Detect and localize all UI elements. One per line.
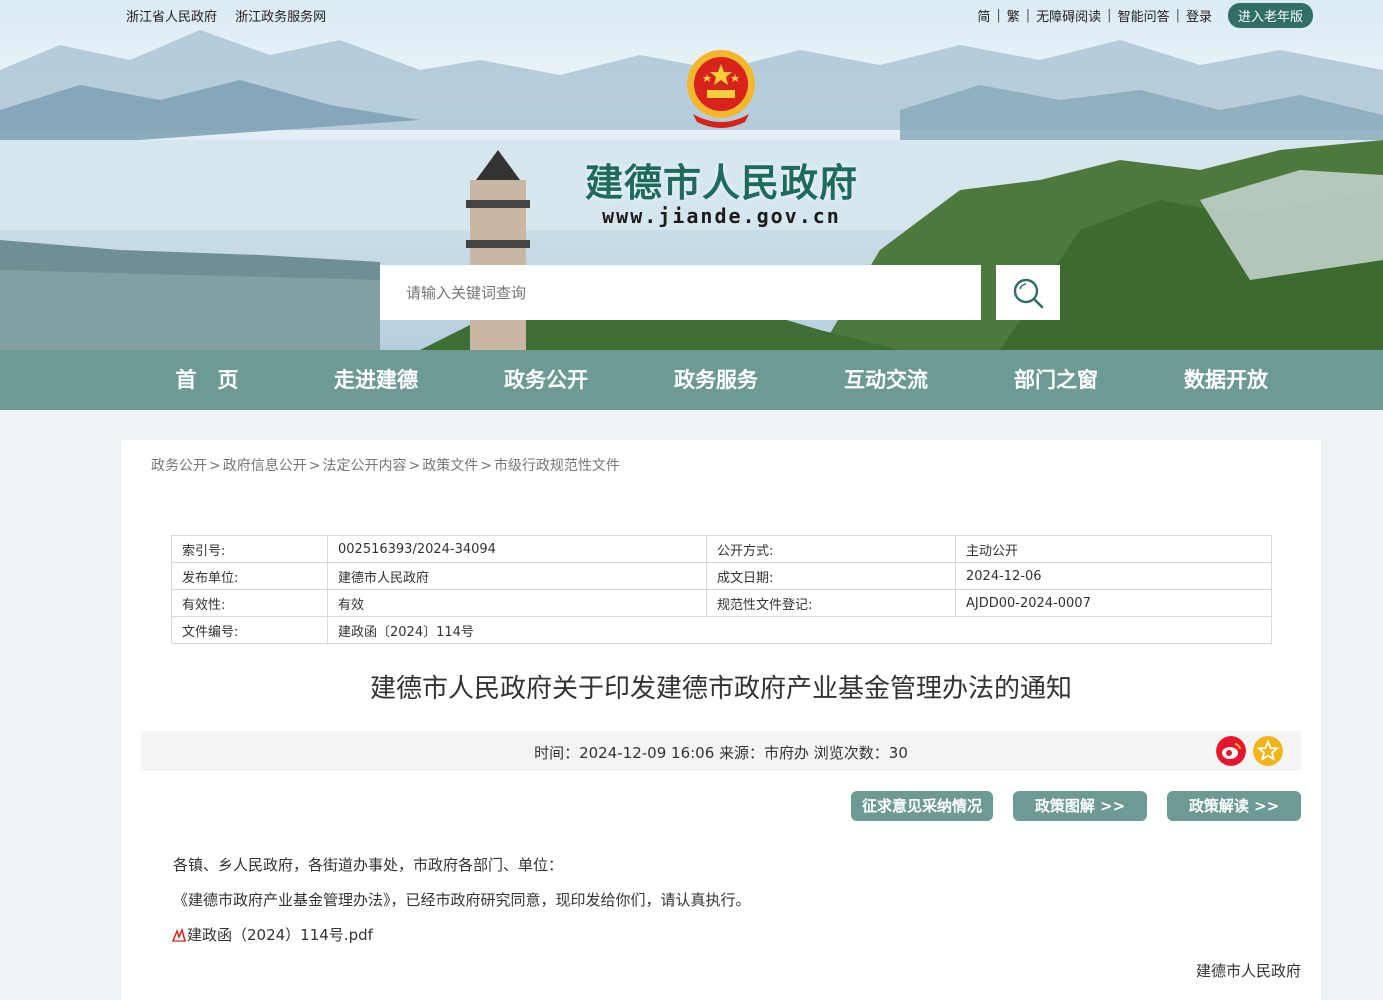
divider: | [996, 8, 1001, 23]
elder-mode-button[interactable]: 进入老年版 [1227, 3, 1313, 28]
table-row: 发布单位: 建德市人民政府 成文日期: 2024-12-06 [171, 562, 1272, 590]
meta-label: 索引号: [171, 535, 328, 563]
national-emblem-icon [687, 50, 755, 128]
favorite-star-icon[interactable] [1253, 736, 1283, 766]
divider: | [1025, 8, 1031, 23]
breadcrumb-item[interactable]: 市级行政规范性文件 [494, 458, 620, 474]
meta-label: 发布单位: [171, 562, 328, 590]
link-login[interactable]: 登录 [1186, 6, 1212, 25]
attachment-link[interactable]: 建政函（2024）114号.pdf [171, 924, 373, 945]
nav-interaction[interactable]: 互动交流 [821, 350, 951, 410]
article-salutation: 各镇、乡人民政府，各街道办事处，市政府各部门、单位： [173, 856, 564, 874]
breadcrumb-item[interactable]: 政务公开 [151, 458, 207, 474]
meta-value: 002516393/2024-34094 [327, 535, 707, 563]
meta-label: 成文日期: [706, 562, 956, 590]
meta-value: AJDD00-2024-0007 [955, 589, 1272, 617]
link-simplified[interactable]: 简 [977, 6, 990, 25]
attachment-label: 建政函（2024）114号.pdf [187, 926, 373, 944]
nav-about-jiande[interactable]: 走进建德 [311, 350, 441, 410]
article-signature: 建德市人民政府 [1195, 962, 1301, 980]
site-title: 建德市人民政府 [584, 161, 858, 205]
feedback-adoption-button[interactable]: 征求意见采纳情况 [851, 791, 993, 821]
breadcrumb-item[interactable]: 政策文件 [422, 458, 478, 474]
nav-home[interactable]: 首 页 [142, 350, 272, 410]
meta-value: 建政函〔2024〕114号 [327, 616, 1272, 644]
link-zhejiang-service[interactable]: 浙江政务服务网 [235, 10, 326, 25]
link-zhejiang-gov[interactable]: 浙江省人民政府 [126, 10, 217, 25]
table-row: 有效性: 有效 规范性文件登记: AJDD00-2024-0007 [171, 589, 1272, 617]
breadcrumb-item[interactable]: 法定公开内容 [322, 458, 406, 474]
link-traditional[interactable]: 繁 [1007, 6, 1020, 25]
meta-label: 规范性文件登记: [706, 589, 956, 617]
meta-label: 公开方式: [706, 535, 956, 563]
article-title: 建德市人民政府关于印发建德市政府产业基金管理办法的通知 [369, 674, 1072, 704]
meta-value: 2024-12-06 [955, 562, 1272, 590]
breadcrumb: 政务公开 > 政府信息公开 > 法定公开内容 > 政策文件 > 市级行政规范性文件 [151, 458, 620, 474]
meta-label: 文件编号: [171, 616, 328, 644]
search-input[interactable] [380, 265, 981, 320]
meta-value: 建德市人民政府 [327, 562, 707, 590]
nav-departments[interactable]: 部门之窗 [991, 350, 1121, 410]
meta-value: 主动公开 [955, 535, 1272, 563]
meta-label: 有效性: [171, 589, 328, 617]
policy-graphic-button[interactable]: 政策图解 >> [1013, 791, 1147, 821]
search-button[interactable] [996, 265, 1060, 320]
top-utility-bar: 浙江省人民政府 浙江政务服务网 简 | 繁 | 无障碍阅读 | 智能问答 | 登录 进入… [0, 0, 1383, 28]
main-nav: 首 页 走进建德 政务公开 政务服务 互动交流 部门之窗 数据开放 [0, 350, 1383, 410]
policy-interpretation-button[interactable]: 政策解读 >> [1167, 791, 1301, 821]
divider: | [1175, 8, 1180, 23]
site-url: www.jiande.gov.cn [602, 204, 841, 228]
pdf-icon [172, 927, 186, 942]
content-panel: 政务公开 > 政府信息公开 > 法定公开内容 > 政策文件 > 市级行政规范性文件 索引号: 0… [121, 440, 1321, 1000]
nav-gov-affairs-open[interactable]: 政务公开 [481, 350, 611, 410]
header-banner: 浙江省人民政府 浙江政务服务网 简 | 繁 | 无障碍阅读 | 智能问答 | 登录 进入… [0, 0, 1383, 350]
article-info: 时间：2024-12-09 16:06 来源：市府办 浏览次数：30 [534, 744, 908, 762]
article-body: 《建德市政府产业基金管理办法》，已经市政府研究同意，现印发给你们，请认真执行。 [173, 891, 751, 909]
search-icon [1013, 278, 1044, 308]
breadcrumb-item[interactable]: 政府信息公开 [223, 458, 307, 474]
article-info-bar: 时间：2024-12-09 16:06 来源：市府办 浏览次数：30 [141, 731, 1301, 771]
meta-value: 有效 [327, 589, 707, 617]
weibo-share-icon[interactable] [1216, 736, 1246, 766]
document-meta-table: 索引号: 002516393/2024-34094 公开方式: 主动公开 发布单… [171, 535, 1272, 644]
table-row: 文件编号: 建政函〔2024〕114号 [171, 616, 1272, 644]
divider: | [1107, 8, 1112, 23]
link-accessibility[interactable]: 无障碍阅读 [1036, 6, 1101, 25]
table-row: 索引号: 002516393/2024-34094 公开方式: 主动公开 [171, 535, 1272, 563]
nav-gov-service[interactable]: 政务服务 [651, 350, 781, 410]
link-smart-qa[interactable]: 智能问答 [1118, 6, 1170, 25]
nav-open-data[interactable]: 数据开放 [1161, 350, 1291, 410]
